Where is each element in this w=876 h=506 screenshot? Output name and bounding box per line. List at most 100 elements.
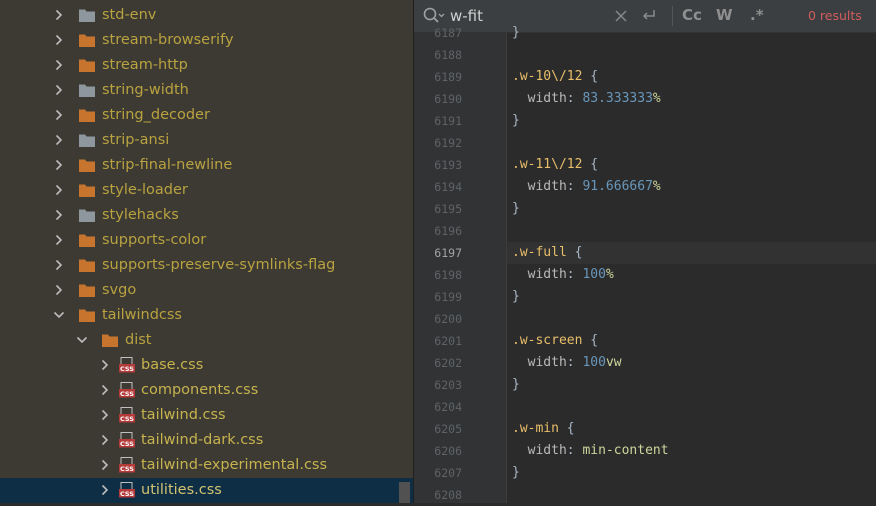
chevron-right-icon[interactable] bbox=[52, 108, 66, 122]
code-token: width bbox=[512, 179, 567, 194]
code-line[interactable]: width: 83.333333% bbox=[512, 88, 661, 110]
code-line[interactable]: .w-full { bbox=[512, 242, 582, 264]
tree-folder-item[interactable]: string-width bbox=[0, 78, 413, 103]
chevron-right-icon[interactable] bbox=[52, 33, 66, 47]
code-line[interactable]: width: 100vw bbox=[512, 352, 622, 374]
find-bar: w-fit Cc W .* 0 results bbox=[414, 0, 876, 33]
tree-file-item[interactable]: CSS components.css bbox=[0, 378, 413, 403]
code-token: } bbox=[512, 465, 520, 480]
line-number: 6193 bbox=[434, 158, 462, 172]
tree-item-label: stream-http bbox=[102, 57, 188, 73]
tree-folder-item[interactable]: tailwindcss bbox=[0, 303, 413, 328]
css-file-icon: CSS bbox=[119, 357, 135, 373]
regex-toggle[interactable]: .* bbox=[750, 5, 764, 25]
line-number: 6189 bbox=[434, 70, 462, 84]
line-number: 6207 bbox=[434, 466, 462, 480]
tree-folder-item[interactable]: strip-ansi bbox=[0, 128, 413, 153]
chevron-right-icon[interactable] bbox=[98, 458, 112, 472]
line-number: 6190 bbox=[434, 92, 462, 106]
tree-item-label: tailwind-dark.css bbox=[141, 432, 264, 448]
tree-file-item[interactable]: CSS tailwind-experimental.css bbox=[0, 453, 413, 478]
tree-folder-item[interactable]: dist bbox=[0, 328, 413, 353]
tree-item-label: strip-final-newline bbox=[102, 157, 233, 173]
code-token: : bbox=[566, 179, 583, 194]
tree-file-item[interactable]: CSS utilities.css bbox=[0, 478, 413, 503]
chevron-right-icon[interactable] bbox=[52, 58, 66, 72]
code-line[interactable]: width: 91.666667% bbox=[512, 176, 661, 198]
tree-folder-item[interactable]: supports-color bbox=[0, 228, 413, 253]
newline-icon[interactable] bbox=[640, 7, 658, 25]
tree-folder-item[interactable]: std-env bbox=[0, 3, 413, 28]
whole-words-toggle[interactable]: W bbox=[716, 5, 733, 25]
code-line[interactable]: } bbox=[512, 22, 520, 44]
code-line[interactable]: .w-min { bbox=[512, 418, 575, 440]
tree-folder-item[interactable]: stream-http bbox=[0, 53, 413, 78]
line-number: 6201 bbox=[434, 334, 462, 348]
line-number: 6200 bbox=[434, 312, 462, 326]
code-token: .w-full bbox=[512, 245, 567, 260]
code-token: { bbox=[582, 157, 599, 172]
code-token: 83.333333 bbox=[582, 91, 653, 106]
chevron-down-icon[interactable] bbox=[75, 333, 89, 347]
line-number: 6196 bbox=[434, 224, 462, 238]
code-line[interactable]: .w-screen { bbox=[512, 330, 598, 352]
chevron-right-icon[interactable] bbox=[98, 383, 112, 397]
chevron-down-icon[interactable] bbox=[52, 308, 66, 322]
code-line[interactable]: width: 100% bbox=[512, 264, 614, 286]
code-token: } bbox=[512, 25, 520, 40]
tree-item-label: svgo bbox=[102, 282, 137, 298]
tree-folder-item[interactable]: style-loader bbox=[0, 178, 413, 203]
chevron-right-icon[interactable] bbox=[98, 358, 112, 372]
chevron-right-icon[interactable] bbox=[52, 208, 66, 222]
chevron-right-icon[interactable] bbox=[98, 483, 112, 497]
code-line[interactable]: } bbox=[512, 286, 520, 308]
chevron-right-icon[interactable] bbox=[52, 8, 66, 22]
code-token: } bbox=[512, 377, 520, 392]
code-line[interactable]: .w-11\/12 { bbox=[512, 154, 598, 176]
code-token: width bbox=[512, 91, 567, 106]
code-editor[interactable]: w-fit Cc W .* 0 results 6187 6188 6189 6190… bbox=[414, 0, 876, 503]
code-token: % bbox=[652, 179, 661, 194]
tree-folder-item[interactable]: strip-final-newline bbox=[0, 153, 413, 178]
tree-folder-item[interactable]: svgo bbox=[0, 278, 413, 303]
tree-item-label: tailwind.css bbox=[141, 407, 226, 423]
match-case-toggle[interactable]: Cc bbox=[682, 5, 702, 25]
chevron-right-icon[interactable] bbox=[52, 83, 66, 97]
tree-folder-item[interactable]: string_decoder bbox=[0, 103, 413, 128]
chevron-right-icon[interactable] bbox=[52, 233, 66, 247]
tree-folder-item[interactable]: supports-preserve-symlinks-flag bbox=[0, 253, 413, 278]
chevron-right-icon[interactable] bbox=[52, 258, 66, 272]
code-line[interactable]: } bbox=[512, 110, 520, 132]
code-token: } bbox=[512, 113, 520, 128]
code-line[interactable]: } bbox=[512, 374, 520, 396]
folder-icon bbox=[79, 59, 95, 72]
css-file-icon: CSS bbox=[119, 432, 135, 448]
code-token: .w-11\/12 bbox=[512, 157, 583, 172]
code-token: .w-10\/12 bbox=[512, 69, 583, 84]
tree-item-label: stream-browserify bbox=[102, 32, 234, 48]
chevron-right-icon[interactable] bbox=[52, 183, 66, 197]
code-line[interactable]: width: min-content bbox=[512, 440, 669, 462]
tree-folder-item[interactable]: stylehacks bbox=[0, 203, 413, 228]
tree-scrollbar-thumb[interactable] bbox=[399, 482, 410, 503]
tree-folder-item[interactable]: stream-browserify bbox=[0, 28, 413, 53]
folder-icon bbox=[102, 334, 118, 347]
tree-file-item[interactable]: CSS base.css bbox=[0, 353, 413, 378]
chevron-right-icon[interactable] bbox=[52, 133, 66, 147]
chevron-right-icon[interactable] bbox=[98, 408, 112, 422]
tree-file-item[interactable]: CSS tailwind.css bbox=[0, 403, 413, 428]
chevron-right-icon[interactable] bbox=[52, 158, 66, 172]
code-token: min-content bbox=[582, 443, 669, 458]
chevron-right-icon[interactable] bbox=[98, 433, 112, 447]
code-line[interactable]: .w-10\/12 { bbox=[512, 66, 598, 88]
tree-file-item[interactable]: CSS tailwind-dark.css bbox=[0, 428, 413, 453]
code-line[interactable]: } bbox=[512, 462, 520, 484]
clear-search-icon[interactable] bbox=[614, 9, 628, 23]
chevron-right-icon[interactable] bbox=[52, 283, 66, 297]
project-tree[interactable]: std-env stream-browserify stream-http strin… bbox=[0, 0, 413, 503]
css-file-icon: CSS bbox=[119, 482, 135, 498]
code-token: } bbox=[512, 201, 520, 216]
code-token: 100 bbox=[582, 267, 606, 282]
folder-icon bbox=[79, 284, 95, 297]
code-line[interactable]: } bbox=[512, 198, 520, 220]
